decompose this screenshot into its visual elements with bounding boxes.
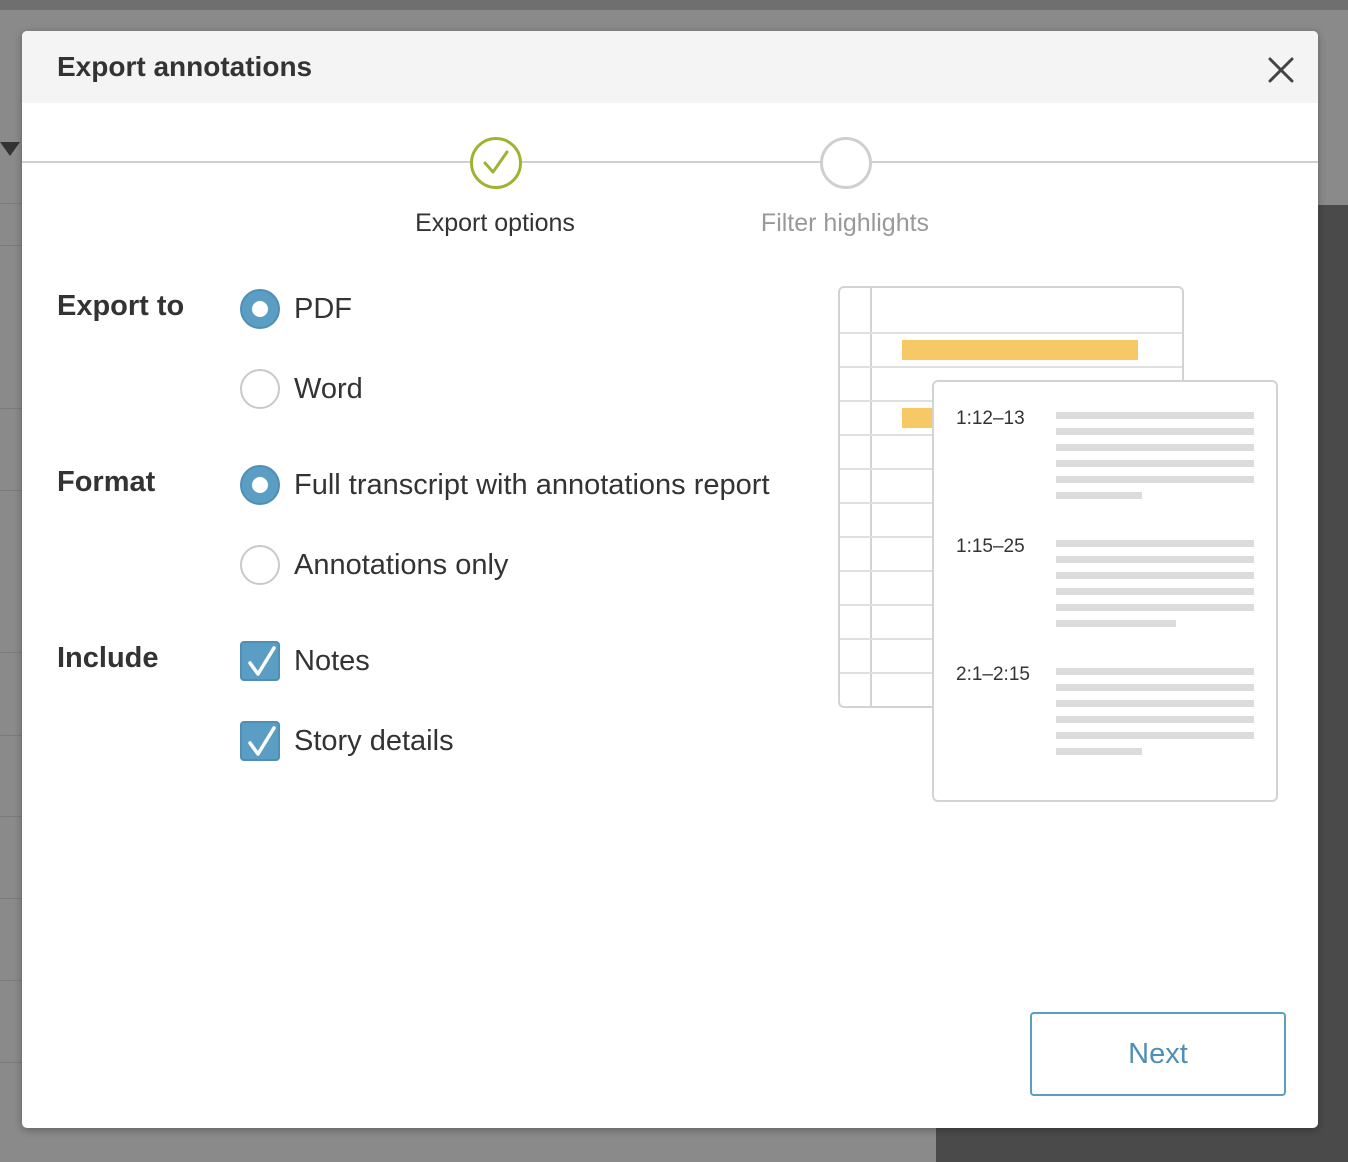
pdf-label: PDF	[294, 292, 352, 325]
text-line-placeholder	[1056, 572, 1254, 579]
background-divider	[0, 1062, 22, 1063]
check-icon	[483, 150, 509, 174]
background-caret-icon	[0, 142, 20, 156]
transcript-row-line	[840, 332, 1182, 334]
include-story-details-option[interactable]: Story details	[240, 721, 454, 761]
text-line-placeholder	[1056, 748, 1142, 755]
checkmark-icon	[248, 646, 276, 676]
format-full-transcript-option[interactable]: Full transcript with annotations report	[240, 465, 770, 505]
dialog-title: Export annotations	[57, 51, 313, 82]
text-line-placeholder	[1056, 412, 1254, 419]
export-annotations-dialog: Export annotations Export options Filter…	[22, 31, 1318, 1128]
close-icon[interactable]	[1266, 55, 1296, 85]
include-label: Include	[57, 642, 159, 674]
text-line-placeholder	[1056, 732, 1254, 739]
text-line-placeholder	[1056, 540, 1254, 547]
stepper-track	[22, 161, 1318, 163]
reference-label: 1:15–25	[956, 536, 1025, 557]
reference-label: 1:12–13	[956, 408, 1025, 429]
next-button[interactable]: Next	[1030, 1012, 1286, 1096]
format-label: Format	[57, 466, 156, 498]
background-divider	[0, 245, 22, 246]
word-radio[interactable]	[240, 369, 280, 409]
background-divider	[0, 898, 22, 899]
background-divider	[0, 735, 22, 736]
step-export-options-label: Export options	[415, 209, 575, 237]
export-pdf-option[interactable]: PDF	[240, 289, 352, 329]
include-notes-option[interactable]: Notes	[240, 641, 370, 681]
dialog-header: Export annotations	[22, 31, 1318, 103]
format-annotations-only-option[interactable]: Annotations only	[240, 545, 508, 585]
export-word-option[interactable]: Word	[240, 369, 363, 409]
annotations-only-radio[interactable]	[240, 545, 280, 585]
notes-checkbox[interactable]	[240, 641, 280, 681]
transcript-gutter	[870, 288, 872, 706]
text-line-placeholder	[1056, 444, 1254, 451]
export-to-label: Export to	[57, 290, 185, 322]
notes-label: Notes	[294, 644, 370, 677]
background-divider	[0, 816, 22, 817]
text-line-placeholder	[1056, 684, 1254, 691]
background-topbar	[0, 0, 1348, 10]
text-line-placeholder	[1056, 700, 1254, 707]
background-divider	[0, 203, 22, 204]
reference-label: 2:1–2:15	[956, 664, 1030, 685]
step-filter-highlights-indicator	[820, 137, 872, 189]
step-filter-highlights-label: Filter highlights	[760, 209, 930, 237]
full-transcript-label: Full transcript with annotations report	[294, 468, 770, 501]
text-line-placeholder	[1056, 716, 1254, 723]
story-details-checkbox[interactable]	[240, 721, 280, 761]
transcript-row-line	[840, 366, 1182, 368]
background-divider	[0, 408, 22, 409]
text-line-placeholder	[1056, 668, 1254, 675]
word-label: Word	[294, 372, 363, 405]
step-export-options-indicator	[470, 137, 522, 189]
text-line-placeholder	[1056, 556, 1254, 563]
text-line-placeholder	[1056, 460, 1254, 467]
text-line-placeholder	[1056, 476, 1254, 483]
text-line-placeholder	[1056, 620, 1176, 627]
text-line-placeholder	[1056, 492, 1142, 499]
annotations-report-illustration: 1:12–13 1:15–25 2:1–2:15	[932, 380, 1278, 802]
checkmark-icon	[248, 726, 276, 756]
full-transcript-radio[interactable]	[240, 465, 280, 505]
text-line-placeholder	[1056, 588, 1254, 595]
background-divider	[0, 652, 22, 653]
text-line-placeholder	[1056, 428, 1254, 435]
background-divider	[0, 490, 22, 491]
story-details-label: Story details	[294, 724, 454, 757]
annotations-only-label: Annotations only	[294, 548, 509, 581]
highlight-bar	[902, 340, 1138, 360]
text-line-placeholder	[1056, 604, 1254, 611]
pdf-radio[interactable]	[240, 289, 280, 329]
background-divider	[0, 980, 22, 981]
